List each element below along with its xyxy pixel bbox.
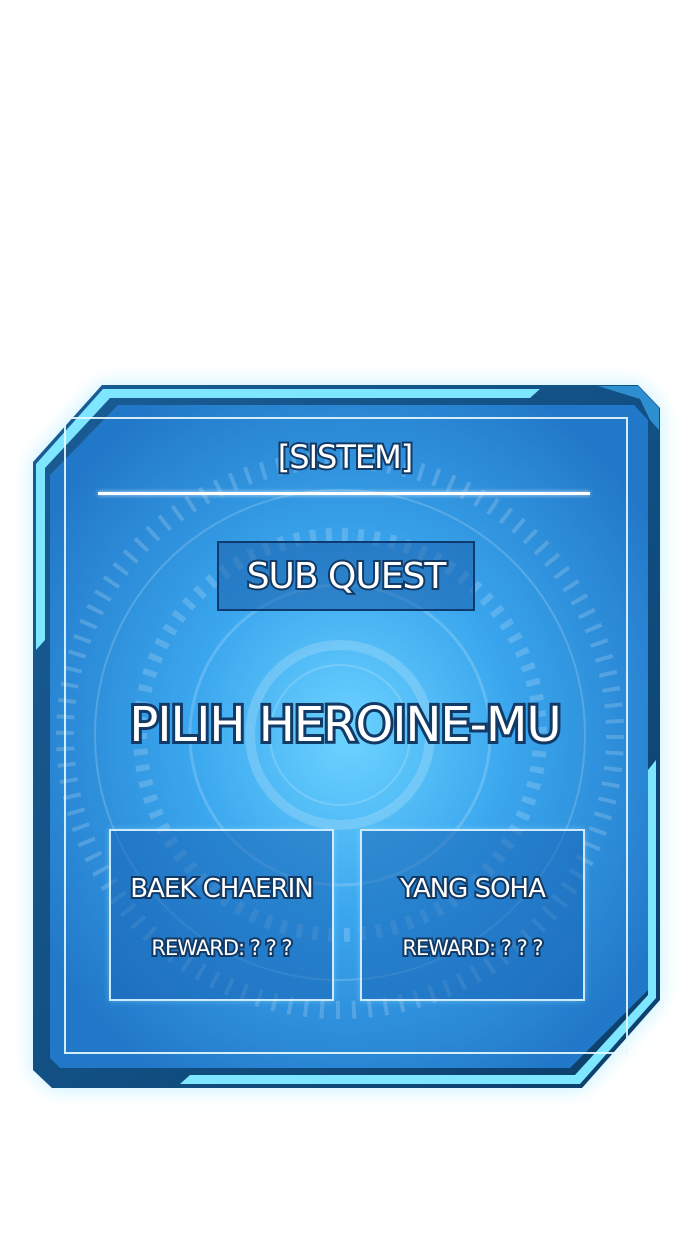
option-name: BAEK CHAERIN — [128, 872, 315, 906]
option-reward: REWARD: ? ? ? — [149, 934, 294, 962]
quest-title: PILIH HEROINE-MU — [126, 694, 564, 756]
title-divider — [98, 492, 590, 495]
option-card-yang-soha[interactable]: YANG SOHA REWARD: ? ? ? — [360, 829, 585, 1001]
quest-type-label: SUB QUEST — [245, 554, 449, 599]
system-title: [SISTEM] — [276, 436, 415, 478]
system-panel-frame — [33, 385, 660, 1088]
quest-type-badge: SUB QUEST — [217, 541, 475, 611]
option-card-baek-chaerin[interactable]: BAEK CHAERIN REWARD: ? ? ? — [109, 829, 334, 1001]
option-reward: REWARD: ? ? ? — [400, 934, 545, 962]
option-name: YANG SOHA — [398, 872, 548, 906]
